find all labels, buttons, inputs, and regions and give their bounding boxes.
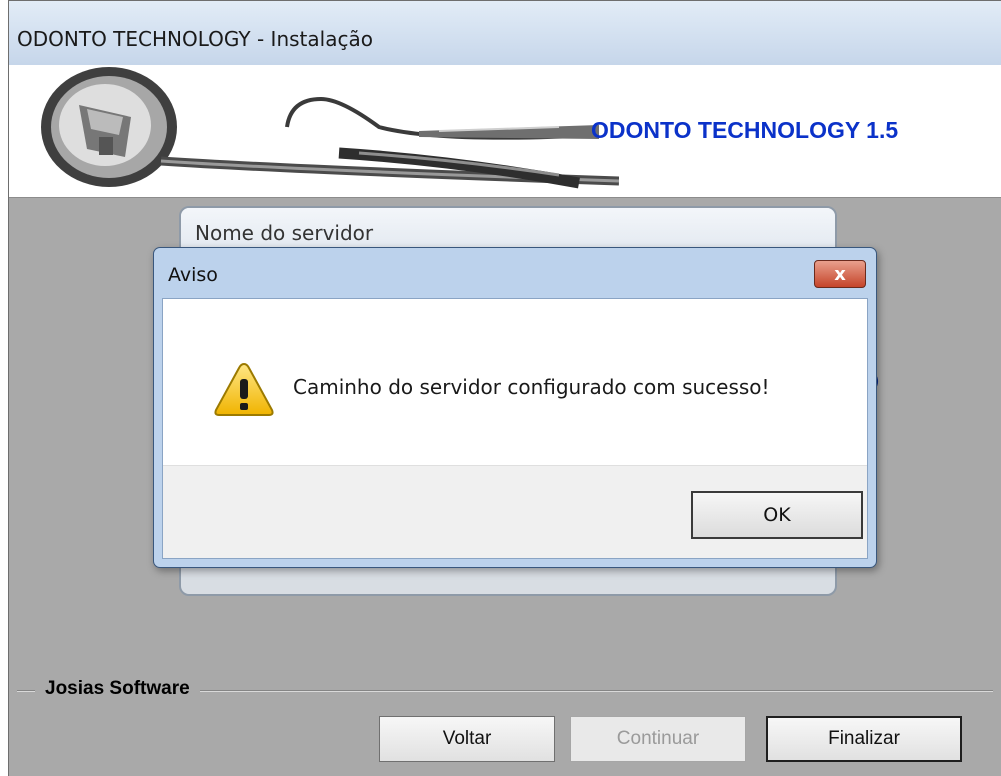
window-title: ODONTO TECHNOLOGY - Instalação (17, 27, 373, 51)
server-name-panel-header: Nome do servidor (181, 208, 835, 248)
ok-button[interactable]: OK (691, 491, 863, 539)
dental-instruments-logo (41, 67, 619, 189)
banner: ODONTO TECHNOLOGY 1.5 (9, 65, 1001, 198)
dialog-titlebar[interactable]: Aviso x (154, 248, 876, 298)
continue-button: Continuar (570, 716, 746, 762)
warning-icon (214, 362, 274, 416)
back-button[interactable]: Voltar (379, 716, 555, 762)
product-title: ODONTO TECHNOLOGY 1.5 (591, 117, 899, 143)
server-name-title: Nome do servidor (195, 221, 374, 245)
company-label: Josias Software (35, 678, 200, 700)
warning-dialog: Aviso x Caminho do servidor configurado … (153, 247, 877, 568)
dialog-button-bar: OK (163, 465, 867, 558)
finish-button[interactable]: Finalizar (766, 716, 962, 762)
dialog-title: Aviso (168, 264, 218, 286)
window-titlebar[interactable]: ODONTO TECHNOLOGY - Instalação (9, 1, 1001, 65)
dialog-message-area: Caminho do servidor configurado com suce… (163, 299, 867, 465)
close-button[interactable]: x (814, 260, 866, 288)
dialog-message: Caminho do servidor configurado com suce… (293, 375, 770, 399)
close-icon: x (834, 263, 846, 285)
dialog-body: Caminho do servidor configurado com suce… (162, 298, 868, 559)
